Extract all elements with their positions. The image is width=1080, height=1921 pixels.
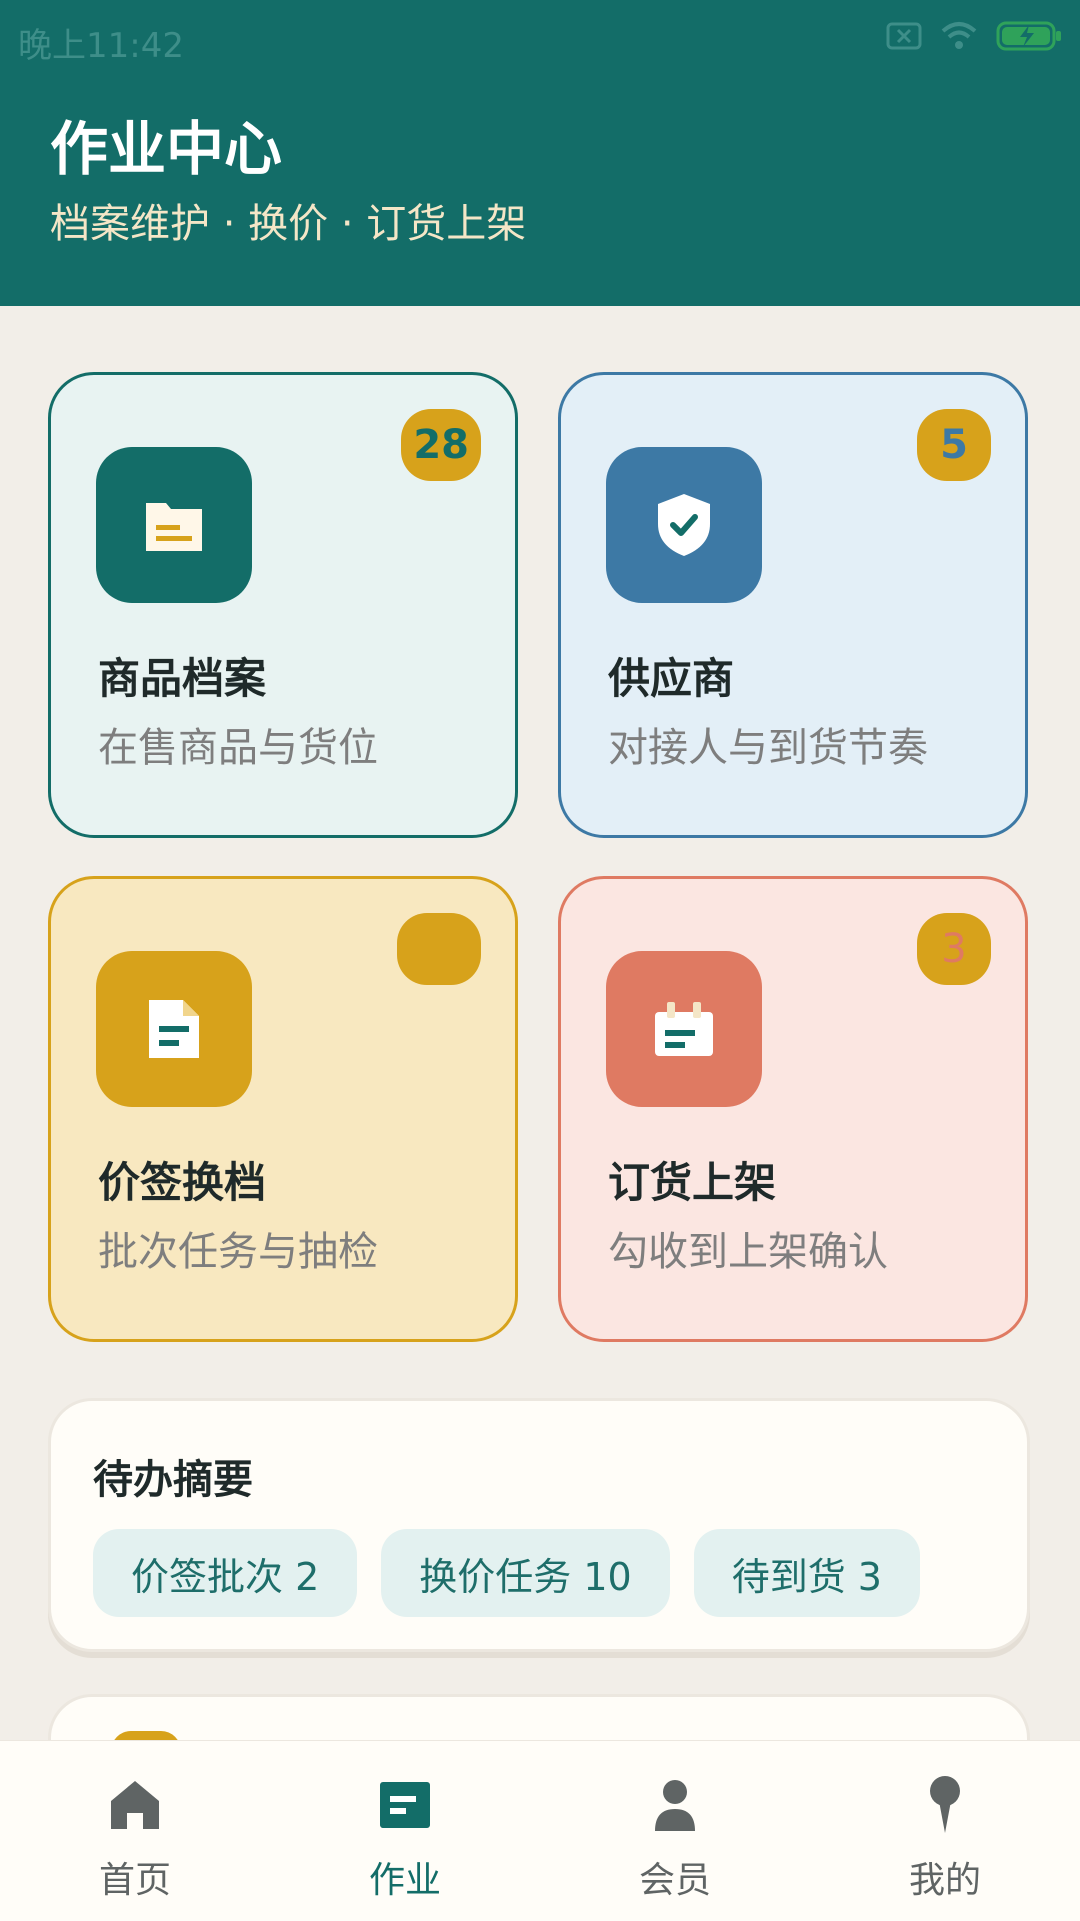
todo-summary-card: 待办摘要 价签批次 2 换价任务 10 待到货 3 [48,1398,1030,1652]
card-product-archive[interactable]: 28 商品档案 在售商品与货位 [48,372,518,838]
order-shelve-title: 订货上架 [608,1158,777,1207]
chip-reprice-task[interactable]: 换价任务 10 [381,1529,670,1617]
home-icon [111,1781,159,1829]
location-pin-icon [930,1776,960,1833]
status-time: 晚上11:42 [18,26,184,66]
order-shelve-desc: 勾收到上架确认 [608,1229,888,1275]
tab-work[interactable]: 作业 [270,1741,540,1921]
tab-mine[interactable]: 我的 [810,1741,1080,1921]
wifi-icon [941,22,977,49]
supplier-badge: 5 [917,409,991,481]
price-tag-desc: 批次任务与抽检 [98,1229,378,1275]
tab-mine-label: 我的 [908,1860,981,1901]
card-price-tag[interactable]: 价签换档 批次任务与抽检 [48,876,518,1342]
battery-charging-icon [996,21,1061,51]
folder-icon [146,503,202,551]
product-archive-title: 商品档案 [98,654,267,703]
order-shelve-badge: 3 [917,913,991,985]
page-title: 作业中心 [50,115,283,183]
tab-work-label: 作业 [368,1860,441,1901]
todo-chips: 价签批次 2 换价任务 10 待到货 3 [93,1529,920,1617]
supplier-tile [606,447,762,603]
tab-home[interactable]: 首页 [0,1741,270,1921]
product-archive-tile [96,447,252,603]
card-order-shelve[interactable]: 3 订货上架 勾收到上架确认 [558,876,1028,1342]
tab-member-label: 会员 [638,1860,711,1901]
supplier-desc: 对接人与到货节奏 [608,725,928,771]
product-archive-desc: 在售商品与货位 [98,725,378,771]
page-header: 作业中心 档案维护 · 换价 · 订货上架 [0,76,1080,306]
calendar-icon [655,1002,713,1056]
supplier-title: 供应商 [608,654,735,703]
page-subtitle: 档案维护 · 换价 · 订货上架 [50,201,527,247]
todo-summary-title: 待办摘要 [93,1457,253,1503]
chip-price-batch[interactable]: 价签批次 2 [93,1529,358,1617]
tab-member[interactable]: 会员 [540,1741,810,1921]
order-shelve-tile [606,951,762,1107]
bottom-tab-bar: 首页 作业 会员 我的 [0,1740,1080,1921]
status-icons [886,20,1062,52]
document-icon [149,1000,199,1058]
shield-check-icon [658,494,710,556]
tab-home-label: 首页 [98,1860,171,1901]
price-tag-badge [397,913,481,985]
member-icon [655,1780,695,1831]
price-tag-tile [96,951,252,1107]
status-bar: 晚上11:42 [0,0,1080,76]
chip-awaiting-arrival[interactable]: 待到货 3 [693,1529,920,1617]
card-supplier[interactable]: 5 供应商 对接人与到货节奏 [558,372,1028,838]
product-archive-badge: 28 [401,409,481,481]
work-icon [380,1782,430,1828]
sim-off-icon [886,22,922,50]
price-tag-title: 价签换档 [98,1158,267,1207]
